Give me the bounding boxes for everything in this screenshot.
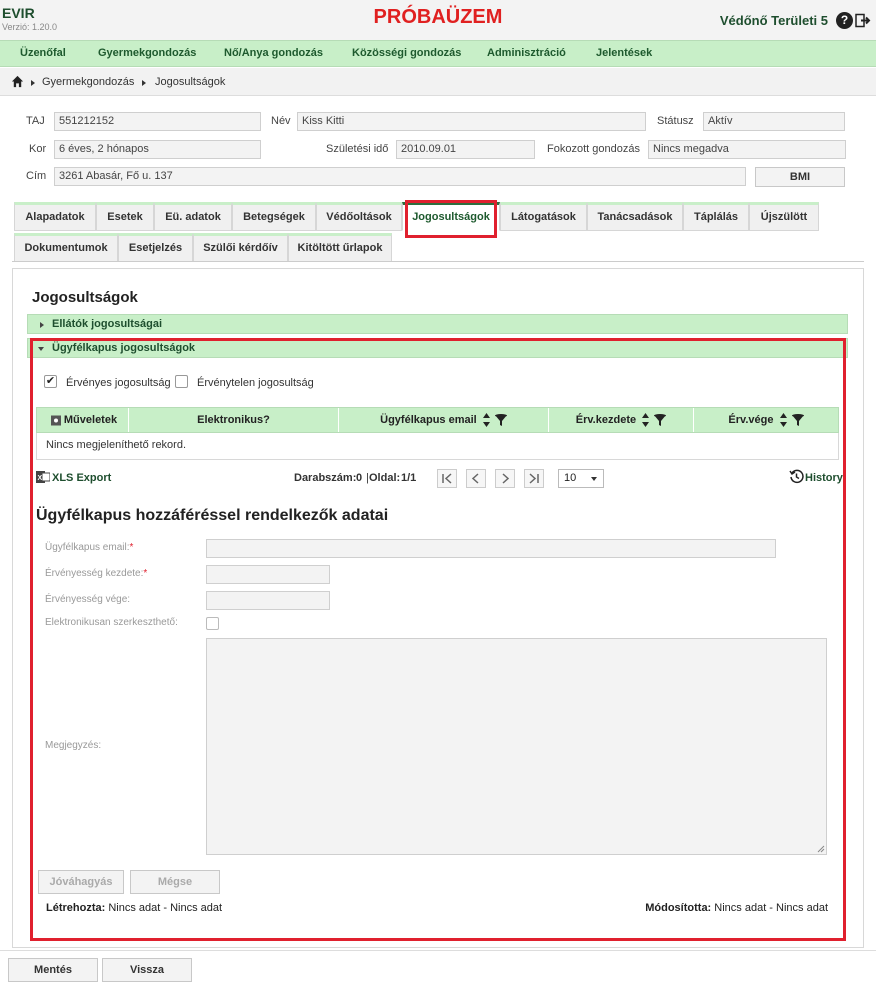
tab-esetjelzes[interactable]: Esetjelzés: [118, 233, 193, 262]
tab-eu-adatok[interactable]: Eü. adatok: [154, 202, 232, 231]
tab-alapadatok[interactable]: Alapadatok: [14, 202, 96, 231]
tab-latogatasok[interactable]: Látogatások: [500, 202, 587, 231]
tabs-divider: [12, 261, 864, 262]
fokozott-gondozas-label: Fokozott gondozás: [547, 143, 640, 155]
kor-value: 6 éves, 2 hónapos: [54, 140, 261, 159]
nav-gyermekgondozas[interactable]: Gyermekgondozás: [98, 47, 196, 59]
section-title: Jogosultságok: [32, 289, 138, 306]
cim-label: Cím: [26, 170, 47, 182]
szuletesi-ido-value: 2010.09.01: [396, 140, 535, 159]
cim-value: 3261 Abasár, Fő u. 137: [54, 167, 746, 186]
main-nav: Üzenőfal Gyermekgondozás Nő/Anya gondozá…: [0, 40, 876, 67]
breadcrumb-item-jogosultsagok: Jogosultságok: [155, 76, 226, 88]
fokozott-gondozas-value: Nincs megadva: [648, 140, 846, 159]
highlight-frame-section: [30, 338, 846, 941]
caret-right-icon: [40, 322, 44, 328]
save-button[interactable]: Mentés: [8, 958, 98, 982]
breadcrumb-item-gyermekgondozas[interactable]: Gyermekgondozás: [42, 76, 134, 88]
accordion-label: Ellátók jogosultságai: [52, 318, 163, 330]
statusz-label: Státusz: [657, 115, 694, 127]
nav-no-anya-gondozas[interactable]: Nő/Anya gondozás: [224, 47, 323, 59]
tab-szuloi-kerdoiv[interactable]: Szülői kérdőív: [193, 233, 288, 262]
tab-tanacsadasok[interactable]: Tanácsadások: [587, 202, 683, 231]
nev-value: Kiss Kitti: [297, 112, 646, 131]
footer-divider: [0, 950, 876, 951]
user-name: Védőnő Területi 5: [719, 13, 828, 28]
tab-vedooltasok[interactable]: Védőoltások: [316, 202, 402, 231]
help-icon[interactable]: ?: [836, 12, 853, 29]
szuletesi-ido-label: Születési idő: [326, 143, 389, 155]
home-icon[interactable]: [11, 75, 24, 88]
tab-dokumentumok[interactable]: Dokumentumok: [14, 233, 118, 262]
taj-label: TAJ: [26, 115, 45, 127]
nav-adminisztracio[interactable]: Adminisztráció: [487, 47, 566, 59]
nav-uzenofal[interactable]: Üzenőfal: [20, 47, 66, 59]
chevron-right-icon: [142, 80, 146, 86]
nev-label: Név: [271, 115, 291, 127]
statusz-value: Aktív: [703, 112, 845, 131]
kor-label: Kor: [29, 143, 47, 155]
nav-jelentesek[interactable]: Jelentések: [596, 47, 652, 59]
logout-icon[interactable]: [855, 12, 871, 29]
back-button[interactable]: Vissza: [102, 958, 192, 982]
nav-kozossegi-gondozas[interactable]: Közösségi gondozás: [352, 47, 461, 59]
tab-ujszulott[interactable]: Újszülött: [749, 202, 819, 231]
bmi-button[interactable]: BMI: [755, 167, 845, 187]
accordion-ellatok-jogosultsagai[interactable]: Ellátók jogosultságai: [27, 314, 848, 334]
tab-betegsegek[interactable]: Betegségek: [232, 202, 316, 231]
tab-esetek[interactable]: Esetek: [96, 202, 154, 231]
taj-value: 551212152: [54, 112, 261, 131]
tab-kitoltott-urlapok[interactable]: Kitöltött űrlapok: [288, 233, 392, 262]
chevron-right-icon: [31, 80, 35, 86]
tab-taplalas[interactable]: Táplálás: [683, 202, 749, 231]
highlight-frame-tab: [405, 200, 497, 238]
